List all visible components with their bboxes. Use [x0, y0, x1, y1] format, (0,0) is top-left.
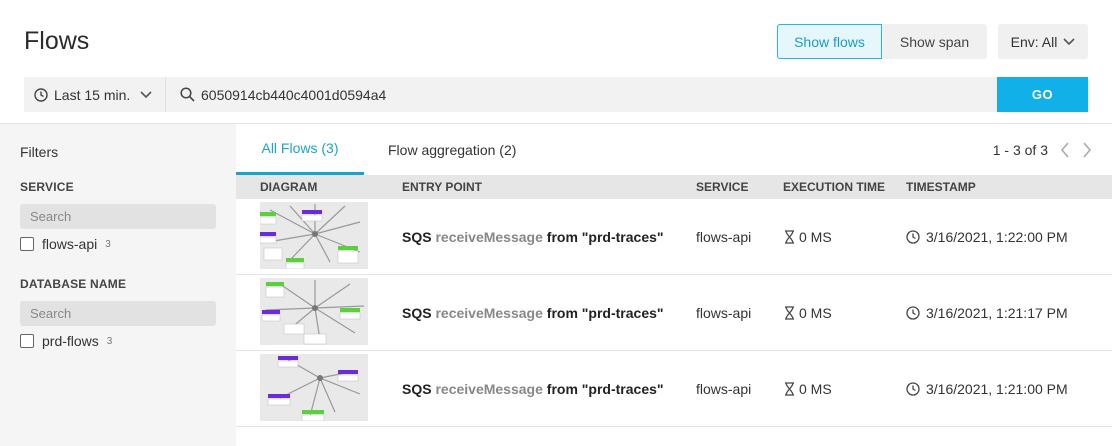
chevron-down-icon: [1063, 37, 1075, 45]
timestamp-value: 3/16/2021, 1:21:17 PM: [926, 305, 1068, 321]
go-button[interactable]: GO: [997, 77, 1088, 112]
service-cell: flows-api: [696, 381, 752, 397]
view-toggle: Show flows Show span: [777, 24, 987, 59]
time-range-label: Last 15 min.: [54, 86, 131, 103]
filter-item-label: prd-flows: [42, 333, 99, 349]
column-header-diagram: DIAGRAM: [260, 180, 318, 194]
column-header-service: SERVICE: [696, 180, 749, 194]
entry-point: SQS receiveMessage from "prd-traces": [402, 381, 664, 397]
entry-prefix: SQS: [402, 305, 432, 321]
table-row[interactable]: SQS receiveMessage from "prd-traces" flo…: [236, 199, 1112, 275]
hourglass-icon: [785, 382, 794, 396]
timestamp-value: 3/16/2021, 1:22:00 PM: [926, 229, 1068, 245]
entry-method: receiveMessage: [435, 229, 543, 245]
page-title: Flows: [24, 27, 90, 55]
env-dropdown[interactable]: Env: All: [998, 24, 1088, 59]
filter-checkbox-prd-flows[interactable]: prd-flows 3: [20, 333, 216, 349]
chevron-right-icon[interactable]: [1082, 141, 1092, 158]
entry-suffix: from "prd-traces": [546, 381, 664, 397]
show-span-button[interactable]: Show span: [882, 24, 987, 59]
flow-diagram-graphic: [261, 280, 365, 345]
show-flows-button[interactable]: Show flows: [777, 24, 882, 59]
env-label: Env: All: [1010, 33, 1058, 50]
tab-flow-aggregation[interactable]: Flow aggregation (2): [388, 124, 516, 175]
execution-time-cell: 0 MS: [784, 229, 832, 245]
entry-point: SQS receiveMessage from "prd-traces": [402, 305, 664, 321]
column-header-entry-point: ENTRY POINT: [402, 180, 483, 194]
execution-time-value: 0 MS: [799, 229, 832, 245]
entry-method: receiveMessage: [435, 305, 543, 321]
filter-item-label: flows-api: [42, 236, 98, 252]
filter-section-database-label: DATABASE NAME: [20, 277, 127, 291]
filters-sidebar: Filters SERVICE Search flows-api 3 DATABA…: [0, 124, 236, 446]
table-row[interactable]: SQS receiveMessage from "prd-traces" flo…: [236, 275, 1112, 351]
tab-all-flows[interactable]: All Flows (3): [236, 124, 364, 175]
time-range-select[interactable]: Last 15 min.: [24, 77, 166, 112]
clock-icon: [906, 382, 920, 396]
service-cell: flows-api: [696, 229, 752, 245]
search-input[interactable]: 6050914cb440c4001d0594a4: [166, 77, 997, 112]
filter-item-count: 3: [106, 335, 113, 347]
execution-time-value: 0 MS: [799, 305, 832, 321]
column-header-timestamp: TIMESTAMP: [906, 180, 976, 194]
chevron-left-icon[interactable]: [1060, 141, 1070, 158]
pagination: 1 - 3 of 3: [993, 124, 1092, 175]
column-header-execution-time: EXECUTION TIME: [783, 180, 886, 194]
hourglass-icon: [785, 306, 794, 320]
flow-diagram-thumbnail[interactable]: [260, 202, 368, 269]
execution-time-value: 0 MS: [799, 381, 832, 397]
flow-diagram-graphic: [260, 204, 361, 269]
flow-diagram-thumbnail[interactable]: [260, 278, 368, 345]
timestamp-cell: 3/16/2021, 1:22:00 PM: [906, 229, 1068, 245]
flow-diagram-thumbnail[interactable]: [260, 354, 368, 421]
chevron-down-icon: [140, 90, 152, 98]
service-filter-search[interactable]: Search: [20, 204, 216, 229]
table-row[interactable]: SQS receiveMessage from "prd-traces" flo…: [236, 351, 1112, 427]
clock-icon: [34, 87, 48, 102]
entry-prefix: SQS: [402, 229, 432, 245]
entry-point: SQS receiveMessage from "prd-traces": [402, 229, 664, 245]
entry-prefix: SQS: [402, 381, 432, 397]
checkbox-icon[interactable]: [20, 334, 34, 348]
execution-time-cell: 0 MS: [784, 305, 832, 321]
search-query-text: 6050914cb440c4001d0594a4: [201, 86, 387, 103]
clock-icon: [906, 230, 920, 244]
search-bar: Last 15 min. 6050914cb440c4001d0594a4: [24, 77, 997, 112]
entry-suffix: from "prd-traces": [546, 229, 664, 245]
entry-suffix: from "prd-traces": [546, 305, 664, 321]
entry-method: receiveMessage: [435, 381, 543, 397]
clock-icon: [906, 306, 920, 320]
timestamp-cell: 3/16/2021, 1:21:17 PM: [906, 305, 1068, 321]
search-icon: [180, 87, 195, 102]
database-filter-search[interactable]: Search: [20, 301, 216, 326]
filter-section-service-label: SERVICE: [20, 180, 74, 194]
timestamp-cell: 3/16/2021, 1:21:00 PM: [906, 381, 1068, 397]
filter-checkbox-flows-api[interactable]: flows-api 3: [20, 236, 216, 252]
pagination-label: 1 - 3 of 3: [992, 141, 1048, 158]
service-cell: flows-api: [696, 305, 752, 321]
checkbox-icon[interactable]: [20, 237, 34, 251]
hourglass-icon: [785, 230, 794, 244]
timestamp-value: 3/16/2021, 1:21:00 PM: [926, 381, 1068, 397]
execution-time-cell: 0 MS: [784, 381, 832, 397]
flow-diagram-graphic: [267, 356, 361, 421]
filters-title: Filters: [20, 144, 59, 160]
tab-bar: All Flows (3) Flow aggregation (2) 1 - 3…: [236, 124, 1112, 175]
filter-item-count: 3: [105, 238, 111, 250]
table-header: DIAGRAM ENTRY POINT SERVICE EXECUTION TI…: [236, 175, 1112, 199]
